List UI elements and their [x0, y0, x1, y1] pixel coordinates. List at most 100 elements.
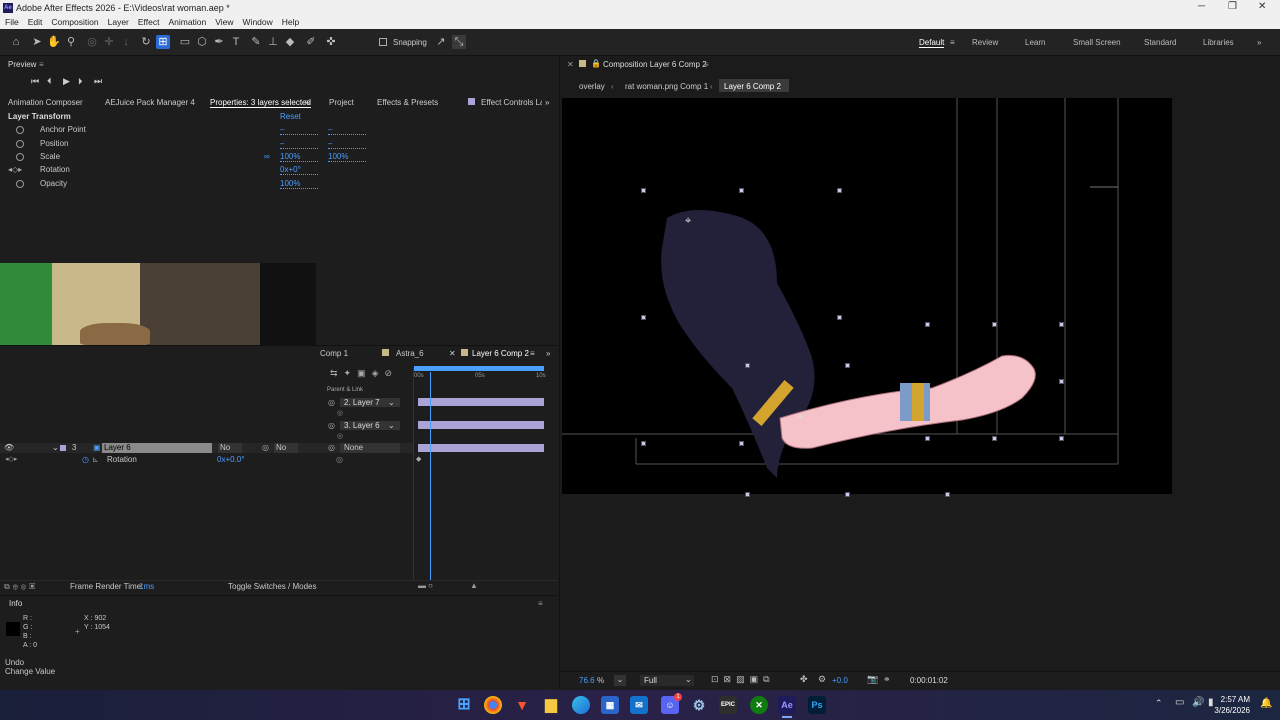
pan-behind-tool-icon[interactable]: ⊞: [156, 35, 170, 49]
home-icon[interactable]: ⌂: [9, 35, 23, 49]
restore-icon[interactable]: ❐: [1228, 1, 1237, 12]
orbit-camera-icon[interactable]: ◎: [85, 35, 99, 49]
transform-handle[interactable]: [1059, 322, 1064, 327]
toggle-switches-modes[interactable]: Toggle Switches / Modes: [228, 582, 317, 591]
transform-handle[interactable]: [1059, 379, 1064, 384]
stopwatch-icon[interactable]: [16, 140, 24, 148]
snapping-checkbox[interactable]: [379, 38, 387, 46]
workspace-review[interactable]: Review: [972, 38, 998, 47]
exposure-value[interactable]: +0.0: [832, 676, 848, 685]
close-comp-icon[interactable]: ✕: [567, 60, 574, 69]
transform-handle[interactable]: [1059, 436, 1064, 441]
workspace-menu-icon[interactable]: ≡: [950, 38, 955, 47]
pickwhip-icon[interactable]: ◎: [336, 455, 343, 464]
stopwatch-icon[interactable]: [16, 126, 24, 134]
snap-edges-icon[interactable]: ↗: [434, 35, 448, 49]
stopwatch-icon[interactable]: ◷: [82, 455, 89, 464]
snapshot-icon[interactable]: 📷: [867, 674, 878, 685]
pickwhip-icon[interactable]: ◎: [328, 443, 335, 452]
workspace-standard[interactable]: Standard: [1144, 38, 1176, 47]
zoom-in-icon[interactable]: ▲: [470, 581, 478, 590]
workspace-default[interactable]: Default: [919, 38, 945, 48]
eraser-tool-icon[interactable]: ◆: [283, 35, 297, 49]
constrain-link-icon[interactable]: ∞: [264, 152, 270, 161]
transform-handle[interactable]: [992, 322, 997, 327]
current-time-indicator[interactable]: [430, 372, 431, 580]
edge-icon[interactable]: [572, 696, 590, 714]
tab-astra-6[interactable]: Astra_6: [396, 349, 424, 358]
expand-chevron-icon[interactable]: ⌄: [52, 443, 59, 452]
workspace-libraries[interactable]: Libraries: [1203, 38, 1234, 47]
next-frame-icon[interactable]: ⏵: [78, 76, 83, 87]
transform-handle[interactable]: [945, 492, 950, 497]
preview-menu-icon[interactable]: ≡: [39, 60, 44, 69]
selected-layer-row[interactable]: 👁 ⌄ 3 ▣ Layer 6 No ◎ No ◎ None: [0, 443, 413, 453]
channel-icon[interactable]: ✤: [800, 674, 808, 685]
timecode[interactable]: 0:00:01:02: [910, 676, 948, 685]
zoom-dropdown-icon[interactable]: ⌄: [614, 675, 626, 686]
pan-camera-icon[interactable]: ✛: [102, 35, 116, 49]
play-icon[interactable]: ▶: [63, 76, 70, 87]
transform-handle[interactable]: [925, 436, 930, 441]
brush-tool-icon[interactable]: ✎: [249, 35, 263, 49]
clock-date[interactable]: 3/26/2026: [1212, 706, 1250, 715]
windows-start-icon[interactable]: ⊞: [455, 696, 473, 714]
puppet-pin-icon[interactable]: ✜: [324, 35, 338, 49]
graph-icon[interactable]: ⊾: [92, 455, 99, 464]
tab-project[interactable]: Project: [329, 98, 354, 107]
transform-handle[interactable]: [641, 188, 646, 193]
timeline-switch-icons[interactable]: ⇆✦▣◈⊘: [330, 368, 398, 379]
keyframe-icon[interactable]: ◆: [416, 455, 421, 463]
prop-value[interactable]: 0x+0°: [280, 165, 318, 175]
reset-button[interactable]: Reset: [280, 112, 301, 121]
menu-window[interactable]: Window: [238, 16, 277, 29]
anchor-point-icon[interactable]: ⌖: [797, 411, 803, 424]
network-icon[interactable]: ▭: [1175, 697, 1184, 708]
pen-tool-icon[interactable]: ✒: [212, 35, 226, 49]
transform-handle[interactable]: [845, 363, 850, 368]
transform-handle[interactable]: [992, 436, 997, 441]
photoshop-icon[interactable]: Ps: [808, 696, 826, 714]
volume-icon[interactable]: 🔊: [1192, 697, 1204, 708]
chevron-down-icon[interactable]: ⌄: [388, 421, 395, 430]
breadcrumb-rat-woman[interactable]: rat woman.png Comp 1: [625, 82, 708, 91]
zoom-out-icon[interactable]: ▬: [418, 581, 426, 590]
layer-7-track[interactable]: [418, 398, 544, 406]
close-tab-icon[interactable]: ✕: [449, 349, 456, 358]
track-matte-dropdown[interactable]: No: [274, 443, 298, 453]
pickwhip-icon[interactable]: ◎: [328, 398, 335, 407]
menu-effect[interactable]: Effect: [133, 16, 164, 29]
prop-value[interactable]: 100%: [280, 179, 318, 189]
dolly-camera-icon[interactable]: ↓: [119, 35, 133, 49]
tab-properties[interactable]: Properties: 3 layers selected: [210, 98, 311, 108]
zoom-value[interactable]: 76.6: [579, 676, 595, 685]
transform-handle[interactable]: [745, 492, 750, 497]
prev-frame-icon[interactable]: ⏴: [47, 76, 52, 87]
anchor-point-icon[interactable]: ⌖: [685, 215, 691, 228]
rotate-tool-icon[interactable]: ↻: [139, 35, 153, 49]
epic-games-icon[interactable]: EPIC: [719, 696, 737, 714]
zoom-tool-icon[interactable]: ⚲: [64, 35, 78, 49]
chevron-down-icon[interactable]: ⌄: [685, 675, 692, 684]
prop-value-y[interactable]: 100%: [328, 152, 366, 162]
prop-value-x[interactable]: –: [280, 125, 318, 135]
outlook-icon[interactable]: ✉: [630, 696, 648, 714]
breadcrumb-overlay[interactable]: overlay: [579, 82, 605, 91]
chrome-icon[interactable]: [484, 696, 502, 714]
stopwatch-icon[interactable]: [16, 180, 24, 188]
transform-handle[interactable]: [739, 188, 744, 193]
pickwhip-icon[interactable]: ◎: [337, 409, 343, 417]
prop-value-y[interactable]: –: [328, 125, 366, 135]
transform-handle[interactable]: [837, 315, 842, 320]
stopwatch-icon[interactable]: [16, 153, 24, 161]
transform-handle[interactable]: [845, 492, 850, 497]
keyframe-nav-icon[interactable]: ◂◇▸: [8, 165, 22, 174]
transform-handle[interactable]: [837, 188, 842, 193]
brave-icon[interactable]: ▼: [513, 696, 531, 714]
layer-name[interactable]: Layer 6: [102, 443, 212, 453]
zoom-slider[interactable]: ○: [428, 581, 433, 590]
tab-effects-presets[interactable]: Effects & Presets: [377, 98, 438, 107]
roto-brush-icon[interactable]: ✐: [304, 35, 318, 49]
transform-handle[interactable]: [641, 441, 646, 446]
first-frame-icon[interactable]: ⏮: [31, 76, 39, 87]
